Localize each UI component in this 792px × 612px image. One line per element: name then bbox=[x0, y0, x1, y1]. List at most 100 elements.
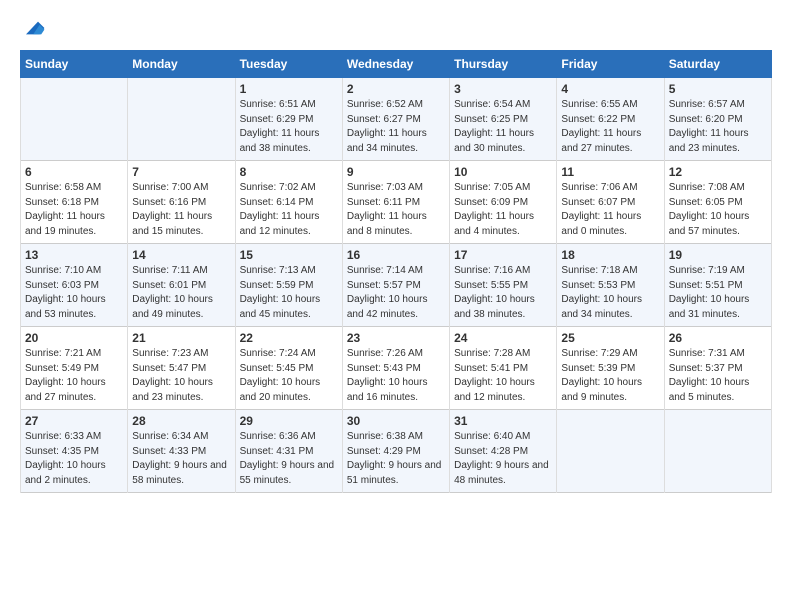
day-info: Sunrise: 7:05 AM Sunset: 6:09 PM Dayligh… bbox=[454, 181, 552, 239]
day-number: 15 bbox=[240, 248, 338, 262]
day-number: 19 bbox=[669, 248, 767, 262]
day-info: Sunrise: 6:36 AM Sunset: 4:31 PM Dayligh… bbox=[240, 430, 338, 488]
day-cell: 6 Sunrise: 6:58 AM Sunset: 6:18 PM Daylig… bbox=[21, 161, 128, 244]
day-number: 29 bbox=[240, 414, 338, 428]
day-info: Sunrise: 6:58 AM Sunset: 6:18 PM Dayligh… bbox=[25, 181, 123, 239]
day-number: 24 bbox=[454, 331, 552, 345]
day-info: Sunrise: 7:26 AM Sunset: 5:43 PM Dayligh… bbox=[347, 347, 445, 405]
day-number: 20 bbox=[25, 331, 123, 345]
day-number: 25 bbox=[561, 331, 659, 345]
week-row-5: 27 Sunrise: 6:33 AM Sunset: 4:35 PM Dayli… bbox=[21, 410, 772, 493]
day-number: 28 bbox=[132, 414, 230, 428]
day-cell: 23 Sunrise: 7:26 AM Sunset: 5:43 PM Dayli… bbox=[342, 327, 449, 410]
day-cell: 14 Sunrise: 7:11 AM Sunset: 6:01 PM Dayli… bbox=[128, 244, 235, 327]
week-row-1: 1 Sunrise: 6:51 AM Sunset: 6:29 PM Daylig… bbox=[21, 78, 772, 161]
day-cell: 4 Sunrise: 6:55 AM Sunset: 6:22 PM Daylig… bbox=[557, 78, 664, 161]
day-number: 7 bbox=[132, 165, 230, 179]
logo bbox=[20, 16, 46, 40]
day-cell: 30Sunrise: 6:38 AM Sunset: 4:29 PM Dayli… bbox=[342, 410, 449, 493]
day-cell: 20 Sunrise: 7:21 AM Sunset: 5:49 PM Dayli… bbox=[21, 327, 128, 410]
day-info: Sunrise: 7:28 AM Sunset: 5:41 PM Dayligh… bbox=[454, 347, 552, 405]
day-info: Sunrise: 6:55 AM Sunset: 6:22 PM Dayligh… bbox=[561, 98, 659, 156]
day-cell: 24 Sunrise: 7:28 AM Sunset: 5:41 PM Dayli… bbox=[450, 327, 557, 410]
day-cell: 7 Sunrise: 7:00 AM Sunset: 6:16 PM Daylig… bbox=[128, 161, 235, 244]
day-cell bbox=[128, 78, 235, 161]
day-header-friday: Friday bbox=[557, 51, 664, 78]
day-info: Sunrise: 7:06 AM Sunset: 6:07 PM Dayligh… bbox=[561, 181, 659, 239]
day-cell: 19 Sunrise: 7:19 AM Sunset: 5:51 PM Dayli… bbox=[664, 244, 771, 327]
day-cell: 3 Sunrise: 6:54 AM Sunset: 6:25 PM Daylig… bbox=[450, 78, 557, 161]
day-cell: 18 Sunrise: 7:18 AM Sunset: 5:53 PM Dayli… bbox=[557, 244, 664, 327]
header bbox=[20, 16, 772, 40]
day-number: 6 bbox=[25, 165, 123, 179]
day-cell: 31Sunrise: 6:40 AM Sunset: 4:28 PM Dayli… bbox=[450, 410, 557, 493]
day-info: Sunrise: 7:10 AM Sunset: 6:03 PM Dayligh… bbox=[25, 264, 123, 322]
logo-icon bbox=[22, 16, 46, 40]
day-info: Sunrise: 6:33 AM Sunset: 4:35 PM Dayligh… bbox=[25, 430, 123, 488]
day-info: Sunrise: 7:23 AM Sunset: 5:47 PM Dayligh… bbox=[132, 347, 230, 405]
day-cell: 9Sunrise: 7:03 AM Sunset: 6:11 PM Daylig… bbox=[342, 161, 449, 244]
day-cell: 5Sunrise: 6:57 AM Sunset: 6:20 PM Daylig… bbox=[664, 78, 771, 161]
day-header-wednesday: Wednesday bbox=[342, 51, 449, 78]
day-info: Sunrise: 6:40 AM Sunset: 4:28 PM Dayligh… bbox=[454, 430, 552, 488]
day-info: Sunrise: 7:29 AM Sunset: 5:39 PM Dayligh… bbox=[561, 347, 659, 405]
day-info: Sunrise: 6:51 AM Sunset: 6:29 PM Dayligh… bbox=[240, 98, 338, 156]
day-cell: 15 Sunrise: 7:13 AM Sunset: 5:59 PM Dayli… bbox=[235, 244, 342, 327]
day-number: 23 bbox=[347, 331, 445, 345]
day-number: 18 bbox=[561, 248, 659, 262]
day-number: 16 bbox=[347, 248, 445, 262]
day-cell: 13 Sunrise: 7:10 AM Sunset: 6:03 PM Dayli… bbox=[21, 244, 128, 327]
day-info: Sunrise: 6:34 AM Sunset: 4:33 PM Dayligh… bbox=[132, 430, 230, 488]
day-cell: 21 Sunrise: 7:23 AM Sunset: 5:47 PM Dayli… bbox=[128, 327, 235, 410]
day-cell: 2 Sunrise: 6:52 AM Sunset: 6:27 PM Daylig… bbox=[342, 78, 449, 161]
day-info: Sunrise: 7:16 AM Sunset: 5:55 PM Dayligh… bbox=[454, 264, 552, 322]
day-number: 26 bbox=[669, 331, 767, 345]
day-number: 12 bbox=[669, 165, 767, 179]
day-number: 3 bbox=[454, 82, 552, 96]
day-number: 4 bbox=[561, 82, 659, 96]
day-number: 1 bbox=[240, 82, 338, 96]
day-info: Sunrise: 7:24 AM Sunset: 5:45 PM Dayligh… bbox=[240, 347, 338, 405]
day-info: Sunrise: 7:11 AM Sunset: 6:01 PM Dayligh… bbox=[132, 264, 230, 322]
day-cell bbox=[21, 78, 128, 161]
day-cell: 29 Sunrise: 6:36 AM Sunset: 4:31 PM Dayli… bbox=[235, 410, 342, 493]
day-info: Sunrise: 7:02 AM Sunset: 6:14 PM Dayligh… bbox=[240, 181, 338, 239]
day-cell bbox=[664, 410, 771, 493]
day-number: 27 bbox=[25, 414, 123, 428]
day-header-saturday: Saturday bbox=[664, 51, 771, 78]
day-number: 10 bbox=[454, 165, 552, 179]
day-number: 22 bbox=[240, 331, 338, 345]
day-info: Sunrise: 6:38 AM Sunset: 4:29 PM Dayligh… bbox=[347, 430, 445, 488]
day-number: 2 bbox=[347, 82, 445, 96]
day-info: Sunrise: 7:03 AM Sunset: 6:11 PM Dayligh… bbox=[347, 181, 445, 239]
week-row-3: 13 Sunrise: 7:10 AM Sunset: 6:03 PM Dayli… bbox=[21, 244, 772, 327]
day-cell bbox=[557, 410, 664, 493]
day-number: 21 bbox=[132, 331, 230, 345]
day-info: Sunrise: 6:52 AM Sunset: 6:27 PM Dayligh… bbox=[347, 98, 445, 156]
day-info: Sunrise: 7:31 AM Sunset: 5:37 PM Dayligh… bbox=[669, 347, 767, 405]
day-cell: 8Sunrise: 7:02 AM Sunset: 6:14 PM Daylig… bbox=[235, 161, 342, 244]
day-cell: 26 Sunrise: 7:31 AM Sunset: 5:37 PM Dayli… bbox=[664, 327, 771, 410]
day-info: Sunrise: 6:57 AM Sunset: 6:20 PM Dayligh… bbox=[669, 98, 767, 156]
day-cell: 11 Sunrise: 7:06 AM Sunset: 6:07 PM Dayli… bbox=[557, 161, 664, 244]
week-row-4: 20 Sunrise: 7:21 AM Sunset: 5:49 PM Dayli… bbox=[21, 327, 772, 410]
day-number: 14 bbox=[132, 248, 230, 262]
day-cell: 25 Sunrise: 7:29 AM Sunset: 5:39 PM Dayli… bbox=[557, 327, 664, 410]
day-info: Sunrise: 7:14 AM Sunset: 5:57 PM Dayligh… bbox=[347, 264, 445, 322]
header-row: SundayMondayTuesdayWednesdayThursdayFrid… bbox=[21, 51, 772, 78]
day-info: Sunrise: 7:13 AM Sunset: 5:59 PM Dayligh… bbox=[240, 264, 338, 322]
day-info: Sunrise: 6:54 AM Sunset: 6:25 PM Dayligh… bbox=[454, 98, 552, 156]
day-header-thursday: Thursday bbox=[450, 51, 557, 78]
day-number: 13 bbox=[25, 248, 123, 262]
day-info: Sunrise: 7:19 AM Sunset: 5:51 PM Dayligh… bbox=[669, 264, 767, 322]
day-cell: 16 Sunrise: 7:14 AM Sunset: 5:57 PM Dayli… bbox=[342, 244, 449, 327]
day-cell: 10 Sunrise: 7:05 AM Sunset: 6:09 PM Dayli… bbox=[450, 161, 557, 244]
day-info: Sunrise: 7:08 AM Sunset: 6:05 PM Dayligh… bbox=[669, 181, 767, 239]
day-info: Sunrise: 7:18 AM Sunset: 5:53 PM Dayligh… bbox=[561, 264, 659, 322]
day-number: 17 bbox=[454, 248, 552, 262]
day-cell: 22 Sunrise: 7:24 AM Sunset: 5:45 PM Dayli… bbox=[235, 327, 342, 410]
day-number: 11 bbox=[561, 165, 659, 179]
day-cell: 28 Sunrise: 6:34 AM Sunset: 4:33 PM Dayli… bbox=[128, 410, 235, 493]
day-info: Sunrise: 7:21 AM Sunset: 5:49 PM Dayligh… bbox=[25, 347, 123, 405]
day-info: Sunrise: 7:00 AM Sunset: 6:16 PM Dayligh… bbox=[132, 181, 230, 239]
